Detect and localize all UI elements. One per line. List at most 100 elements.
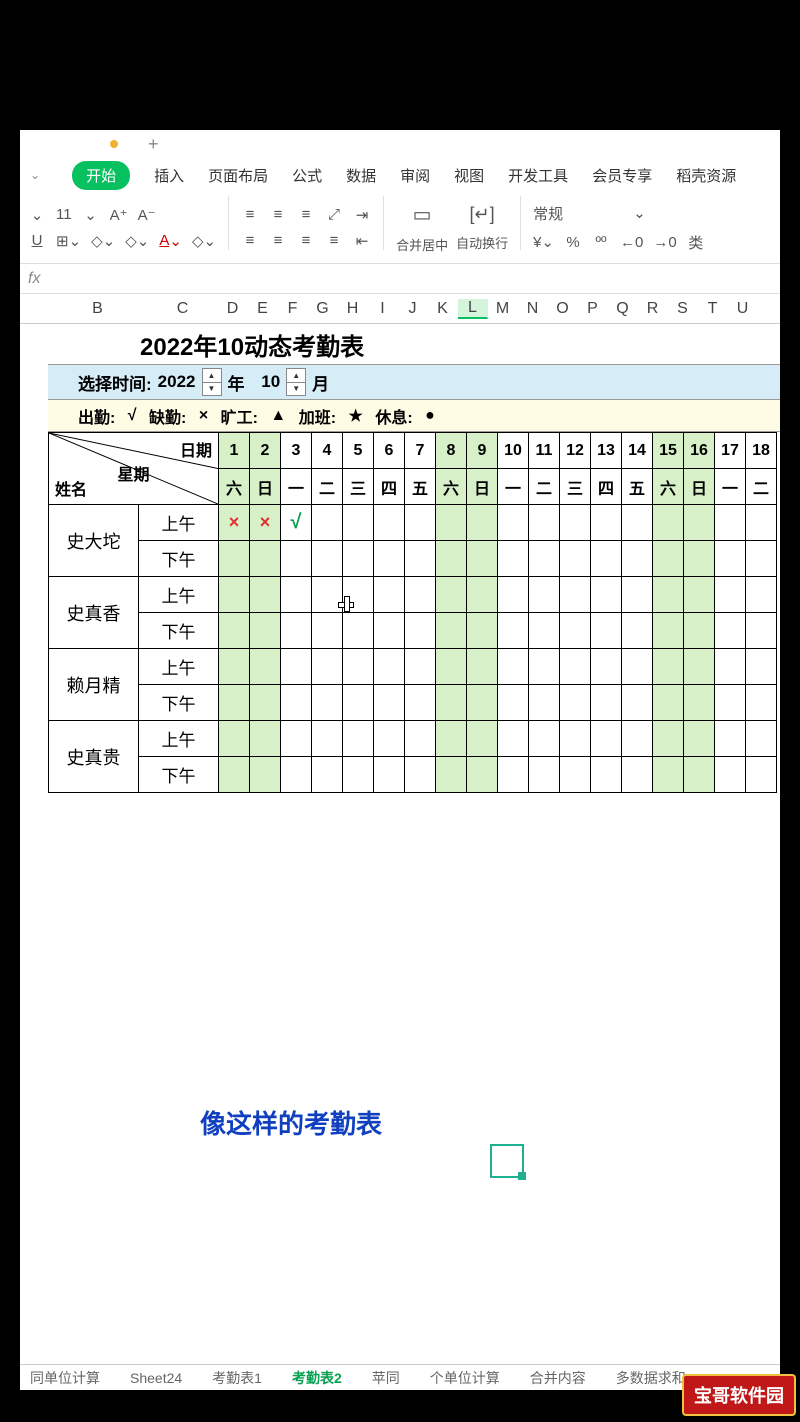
cell-0-am-1[interactable]: × bbox=[250, 505, 281, 541]
cell-1-am-15[interactable] bbox=[684, 577, 715, 613]
cell-3-am-6[interactable] bbox=[405, 721, 436, 757]
align-bot-icon[interactable]: ≡ bbox=[297, 206, 315, 223]
cell-1-am-6[interactable] bbox=[405, 577, 436, 613]
cell-2-pm-8[interactable] bbox=[467, 685, 498, 721]
col-I[interactable]: I bbox=[368, 300, 398, 318]
cell-2-am-8[interactable] bbox=[467, 649, 498, 685]
cell-1-am-8[interactable] bbox=[467, 577, 498, 613]
sheettab-苹同[interactable]: 苹同 bbox=[372, 1368, 400, 1388]
col-C[interactable]: C bbox=[148, 300, 218, 318]
tab-view[interactable]: 视图 bbox=[454, 165, 484, 186]
cell-3-am-13[interactable] bbox=[622, 721, 653, 757]
cell-1-pm-8[interactable] bbox=[467, 613, 498, 649]
ampm-3-am[interactable]: 上午 bbox=[139, 721, 219, 757]
tab-docer[interactable]: 稻壳资源 bbox=[676, 165, 736, 186]
col-G[interactable]: G bbox=[308, 300, 338, 318]
align-top-icon[interactable]: ≡ bbox=[241, 206, 259, 223]
align-left-icon[interactable]: ≡ bbox=[241, 232, 259, 249]
day-2[interactable]: 2 bbox=[250, 433, 281, 469]
formula-bar[interactable]: fx bbox=[20, 264, 780, 294]
sheet-tabs[interactable]: 同单位计算Sheet24考勤表1考勤表2苹同个单位计算合并内容多数据求和 bbox=[20, 1364, 780, 1390]
cell-2-am-12[interactable] bbox=[591, 649, 622, 685]
increase-font-icon[interactable]: A⁺ bbox=[110, 206, 128, 224]
cell-0-am-3[interactable] bbox=[312, 505, 343, 541]
cell-2-pm-6[interactable] bbox=[405, 685, 436, 721]
cell-3-pm-3[interactable] bbox=[312, 757, 343, 793]
cell-1-am-4[interactable] bbox=[343, 577, 374, 613]
sheettab-合并内容[interactable]: 合并内容 bbox=[530, 1368, 586, 1388]
wrap-icon[interactable]: [↵] bbox=[470, 204, 495, 225]
selection-box[interactable] bbox=[490, 1144, 524, 1178]
day-4[interactable]: 4 bbox=[312, 433, 343, 469]
sheettab-考勤表2[interactable]: 考勤表2 bbox=[292, 1368, 342, 1388]
cell-3-pm-6[interactable] bbox=[405, 757, 436, 793]
cell-3-am-12[interactable] bbox=[591, 721, 622, 757]
orient-icon[interactable]: ⤢ bbox=[325, 206, 343, 223]
tab-insert[interactable]: 插入 bbox=[154, 165, 184, 186]
fill-icon[interactable]: ◇⌄ bbox=[91, 232, 115, 250]
cell-3-pm-14[interactable] bbox=[653, 757, 684, 793]
col-U[interactable]: U bbox=[728, 300, 758, 318]
attendance-table[interactable]: 日期星期姓名123456789101112131415161718六日一二三四五… bbox=[48, 432, 777, 793]
col-M[interactable]: M bbox=[488, 300, 518, 318]
tab-start[interactable]: 开始 bbox=[72, 161, 130, 190]
weekday-8[interactable]: 日 bbox=[467, 469, 498, 505]
clear-icon[interactable]: ◇⌄ bbox=[125, 232, 149, 250]
cell-3-am-14[interactable] bbox=[653, 721, 684, 757]
cell-2-am-3[interactable] bbox=[312, 649, 343, 685]
cell-1-pm-5[interactable] bbox=[374, 613, 405, 649]
cell-1-am-14[interactable] bbox=[653, 577, 684, 613]
cell-2-am-16[interactable] bbox=[715, 649, 746, 685]
cell-1-pm-9[interactable] bbox=[498, 613, 529, 649]
cell-0-am-17[interactable] bbox=[746, 505, 777, 541]
day-14[interactable]: 14 bbox=[622, 433, 653, 469]
cell-2-pm-3[interactable] bbox=[312, 685, 343, 721]
cell-3-am-17[interactable] bbox=[746, 721, 777, 757]
weekday-7[interactable]: 六 bbox=[436, 469, 467, 505]
ampm-3-pm[interactable]: 下午 bbox=[139, 757, 219, 793]
cell-3-am-0[interactable] bbox=[219, 721, 250, 757]
ampm-2-am[interactable]: 上午 bbox=[139, 649, 219, 685]
weekday-12[interactable]: 四 bbox=[591, 469, 622, 505]
cell-1-am-17[interactable] bbox=[746, 577, 777, 613]
name-2[interactable]: 赖月精 bbox=[49, 649, 139, 721]
day-12[interactable]: 12 bbox=[560, 433, 591, 469]
cell-2-pm-10[interactable] bbox=[529, 685, 560, 721]
cell-0-pm-13[interactable] bbox=[622, 541, 653, 577]
weekday-4[interactable]: 三 bbox=[343, 469, 374, 505]
day-7[interactable]: 7 bbox=[405, 433, 436, 469]
ampm-0-pm[interactable]: 下午 bbox=[139, 541, 219, 577]
cell-0-am-11[interactable] bbox=[560, 505, 591, 541]
cell-3-pm-12[interactable] bbox=[591, 757, 622, 793]
currency-icon[interactable]: ¥⌄ bbox=[533, 233, 554, 251]
cell-0-pm-5[interactable] bbox=[374, 541, 405, 577]
cell-1-am-1[interactable] bbox=[250, 577, 281, 613]
weekday-0[interactable]: 六 bbox=[219, 469, 250, 505]
cell-3-am-1[interactable] bbox=[250, 721, 281, 757]
col-P[interactable]: P bbox=[578, 300, 608, 318]
cell-1-pm-6[interactable] bbox=[405, 613, 436, 649]
cell-3-pm-15[interactable] bbox=[684, 757, 715, 793]
cell-3-pm-1[interactable] bbox=[250, 757, 281, 793]
cell-1-pm-12[interactable] bbox=[591, 613, 622, 649]
ampm-1-am[interactable]: 上午 bbox=[139, 577, 219, 613]
cell-3-am-15[interactable] bbox=[684, 721, 715, 757]
cell-0-am-5[interactable] bbox=[374, 505, 405, 541]
day-10[interactable]: 10 bbox=[498, 433, 529, 469]
cell-1-am-12[interactable] bbox=[591, 577, 622, 613]
cell-2-pm-16[interactable] bbox=[715, 685, 746, 721]
weekday-9[interactable]: 一 bbox=[498, 469, 529, 505]
cell-3-am-7[interactable] bbox=[436, 721, 467, 757]
inc-dec-icon[interactable]: ←0 bbox=[620, 234, 643, 251]
cell-3-pm-0[interactable] bbox=[219, 757, 250, 793]
decrease-font-icon[interactable]: A⁻ bbox=[138, 206, 156, 224]
col-B[interactable]: B bbox=[48, 300, 148, 318]
cell-1-am-9[interactable] bbox=[498, 577, 529, 613]
weekday-10[interactable]: 二 bbox=[529, 469, 560, 505]
cell-1-am-3[interactable] bbox=[312, 577, 343, 613]
weekday-5[interactable]: 四 bbox=[374, 469, 405, 505]
cell-0-am-13[interactable] bbox=[622, 505, 653, 541]
weekday-13[interactable]: 五 bbox=[622, 469, 653, 505]
merge-icon[interactable]: ▭ bbox=[413, 202, 432, 227]
cell-0-pm-10[interactable] bbox=[529, 541, 560, 577]
